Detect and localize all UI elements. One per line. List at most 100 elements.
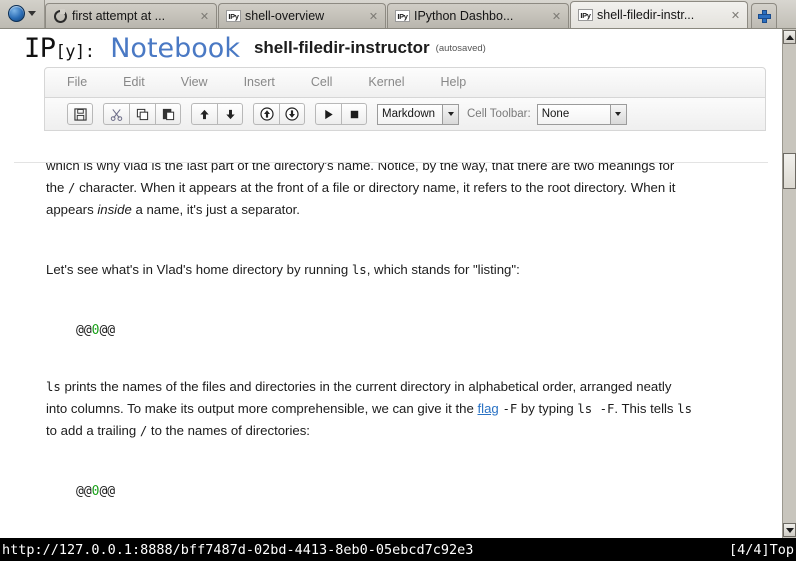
paste-button[interactable] <box>155 103 181 125</box>
paragraph-ls-prints-line-2: into columns. To make its output more co… <box>46 398 766 420</box>
text-fragment: appears <box>46 202 98 217</box>
markdown-cell-lets-see[interactable]: Let's see what's in Vlad's home director… <box>46 259 766 281</box>
text-fragment: , which stands for "listing": <box>366 262 520 277</box>
github-icon <box>53 8 68 23</box>
text-fragment: the <box>46 180 68 195</box>
cell-placeholder-text: @@0@@ <box>76 484 116 499</box>
markdown-cell-intro[interactable]: which is why vlad is the last part of th… <box>46 163 766 221</box>
autosave-status: (autosaved) <box>435 42 486 54</box>
text-fragment: Let's see what's in Vlad's home director… <box>46 262 352 277</box>
paragraph-ls-prints-line-1: ls prints the names of the files and dir… <box>46 376 766 398</box>
cell-type-select[interactable]: Markdown <box>377 103 459 125</box>
toolbar-group-clipboard <box>103 103 181 125</box>
toolbar-group-run <box>315 103 367 125</box>
circle-arrow-up-icon <box>259 107 274 121</box>
toolbar-group-insert <box>253 103 305 125</box>
floppy-disk-icon <box>73 107 87 121</box>
code-dash-f: -F <box>502 402 518 416</box>
insert-cell-below-button[interactable] <box>279 103 305 125</box>
arrow-down-icon <box>225 109 235 119</box>
save-button[interactable] <box>67 103 93 125</box>
cell-placeholder-text: @@0@@ <box>76 323 116 338</box>
chevron-down-icon <box>609 104 626 124</box>
markdown-cell-ls-prints[interactable]: ls prints the names of the files and dir… <box>46 376 766 442</box>
browser-tab-ipython-dashboard[interactable]: IPy IPython Dashbo... ✕ <box>387 3 569 28</box>
copy-icon <box>136 108 149 120</box>
ipython-logo[interactable]: IP[y]: Notebook <box>24 33 240 64</box>
cut-button[interactable] <box>103 103 129 125</box>
paragraph-line-2: the / character. When it appears at the … <box>46 177 766 199</box>
browser-tab-shell-filedir-instructor[interactable]: IPy shell-filedir-instr... ✕ <box>570 1 748 28</box>
browser-tab-first-attempt[interactable]: first attempt at ... ✕ <box>45 3 217 28</box>
text-fragment: into columns. To make its output more co… <box>46 401 478 416</box>
move-cell-down-button[interactable] <box>217 103 243 125</box>
menu-item-view[interactable]: View <box>163 67 226 98</box>
notebook-cells-area[interactable]: which is why vlad is the last part of th… <box>14 162 768 538</box>
notebook-name[interactable]: shell-filedir-instructor <box>254 38 430 58</box>
menu-item-cell[interactable]: Cell <box>293 67 351 98</box>
link-flag[interactable]: flag <box>478 401 499 416</box>
cell-type-value: Markdown <box>382 108 436 120</box>
text-fragment: to add a trailing <box>46 423 140 438</box>
text-fragment: to the names of directories: <box>147 423 310 438</box>
scroll-down-arrow-icon <box>785 527 794 533</box>
cell-toolbar-label: Cell Toolbar: <box>467 108 531 120</box>
scissors-icon <box>110 108 123 121</box>
menu-item-edit[interactable]: Edit <box>105 67 163 98</box>
cell-spacer <box>46 499 766 538</box>
browser-tab-shell-overview[interactable]: IPy shell-overview ✕ <box>218 3 386 28</box>
scroll-up-button[interactable] <box>783 30 796 44</box>
logo-ip: IP <box>24 32 56 64</box>
text-fragment: . This tells <box>614 401 678 416</box>
browser-tab-label: first attempt at ... <box>72 9 166 23</box>
logo-notebook-word: Notebook <box>110 32 240 64</box>
text-fragment: character. When it appears at the front … <box>75 180 676 195</box>
code-cell-placeholder-1[interactable]: @@0@@ <box>46 323 766 338</box>
scroll-down-button[interactable] <box>783 523 796 537</box>
browser-tab-bar: first attempt at ... ✕ IPy shell-overvie… <box>0 0 796 29</box>
scroll-up-arrow-icon <box>785 34 794 40</box>
browser-app-menu-button[interactable] <box>0 0 45 28</box>
copy-button[interactable] <box>129 103 155 125</box>
cell-spacer <box>46 442 766 484</box>
circle-arrow-down-icon <box>285 107 299 121</box>
move-cell-up-button[interactable] <box>191 103 217 125</box>
menu-item-file[interactable]: File <box>45 67 105 98</box>
vertical-scrollbar[interactable] <box>782 29 796 538</box>
close-icon[interactable]: ✕ <box>198 10 211 23</box>
browser-tab-label: shell-filedir-instr... <box>597 8 695 22</box>
menu-item-insert[interactable]: Insert <box>226 67 293 98</box>
paragraph-line-3: appears inside a name, it's just a separ… <box>46 199 766 221</box>
plus-icon <box>757 9 771 23</box>
ipy-icon: IPy <box>578 8 593 22</box>
ipy-icon: IPy <box>395 9 410 23</box>
stop-kernel-button[interactable] <box>341 103 367 125</box>
close-icon[interactable]: ✕ <box>367 10 380 23</box>
text-fragment: a name, it's just a separator. <box>131 202 300 217</box>
toolbar-group-move <box>191 103 243 125</box>
status-position: [4/4]Top <box>728 541 794 558</box>
cell-spacer <box>46 338 766 376</box>
menu-item-help[interactable]: Help <box>423 67 485 98</box>
code-cell-placeholder-2[interactable]: @@0@@ <box>46 484 766 499</box>
notebook-header-area: IP[y]: Notebook shell-filedir-instructor… <box>14 29 782 131</box>
play-icon <box>325 109 333 119</box>
cell-toolbar-value: None <box>541 108 570 120</box>
cell-toolbar-select[interactable]: None <box>536 103 627 125</box>
menu-item-kernel[interactable]: Kernel <box>350 67 422 98</box>
notebook-toolbar: Markdown Cell Toolbar: None <box>44 98 766 131</box>
paragraph-ls-prints-line-3: to add a trailing / to the names of dire… <box>46 420 766 442</box>
code-ls: ls <box>46 380 61 394</box>
run-cell-button[interactable] <box>315 103 341 125</box>
code-ls: ls <box>677 402 693 416</box>
close-icon[interactable]: ✕ <box>550 10 563 23</box>
insert-cell-above-button[interactable] <box>253 103 279 125</box>
logo-y: [y]: <box>55 41 95 62</box>
scrollbar-thumb[interactable] <box>783 153 796 189</box>
browser-status-bar: http://127.0.0.1:8888/bff7487d-02bd-4413… <box>0 538 796 561</box>
close-icon[interactable]: ✕ <box>729 9 742 22</box>
emphasis-inside: inside <box>97 202 132 217</box>
new-tab-button[interactable] <box>751 3 777 28</box>
text-fragment: prints the names of the files and direct… <box>60 379 672 394</box>
placeholder-index: 0 <box>91 323 100 338</box>
